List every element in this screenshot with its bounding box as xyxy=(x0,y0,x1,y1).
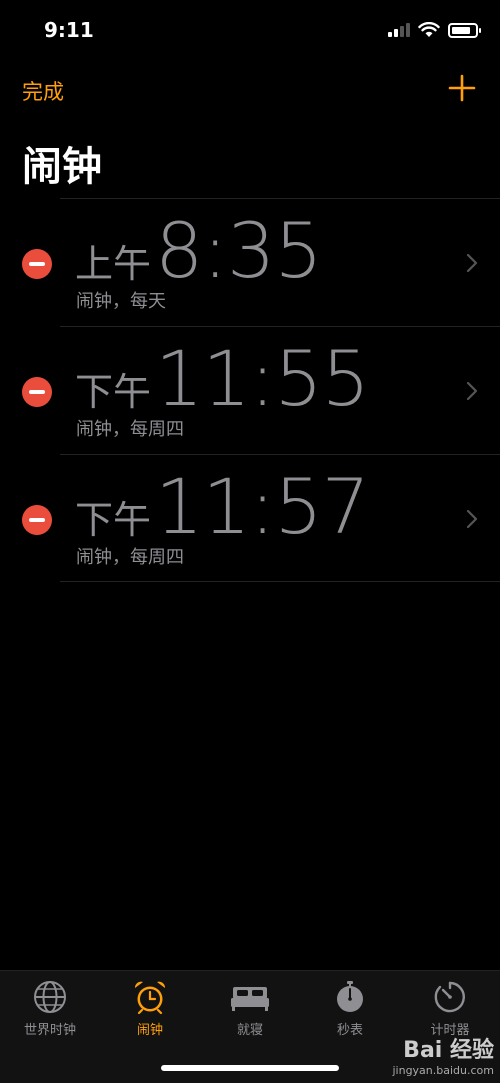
alarm-period: 下午 xyxy=(75,498,152,542)
alarm-label: 闹钟，每周四 xyxy=(76,419,184,440)
status-icons xyxy=(388,22,481,38)
alarm-time-line: 下午 11:57 xyxy=(75,462,370,551)
done-button[interactable]: 完成 xyxy=(22,76,64,106)
alarm-row[interactable]: 上午 8:35 闹钟，每天 xyxy=(22,198,500,326)
tab-bedtime[interactable]: 就寝 xyxy=(200,979,300,1038)
cellular-signal-icon xyxy=(388,23,410,37)
delete-icon[interactable] xyxy=(22,505,52,535)
tab-label: 闹钟 xyxy=(136,1023,163,1038)
watermark: Bai 经验 jingyan.baidu.com xyxy=(392,1032,494,1077)
status-time: 9:11 xyxy=(44,18,94,42)
globe-icon xyxy=(34,981,66,1013)
chevron-right-icon xyxy=(466,381,478,401)
wifi-icon xyxy=(418,22,440,37)
tab-alarm[interactable]: 闹钟 xyxy=(100,979,200,1038)
alarm-label: 闹钟，每天 xyxy=(76,291,166,312)
watermark-logo: Bai 经验 xyxy=(403,1038,494,1063)
alarm-label: 闹钟，每周四 xyxy=(76,547,184,568)
delete-icon[interactable] xyxy=(22,377,52,407)
tab-timer[interactable]: 计时器 xyxy=(400,979,500,1038)
stopwatch-icon xyxy=(337,981,363,1012)
home-indicator xyxy=(161,1065,339,1071)
watermark-url: jingyan.baidu.com xyxy=(392,1064,494,1077)
tab-world-clock[interactable]: 世界时钟 xyxy=(0,979,100,1038)
bed-icon xyxy=(231,987,269,1011)
tab-label: 秒表 xyxy=(336,1023,363,1038)
tab-stopwatch[interactable]: 秒表 xyxy=(300,979,400,1038)
alarm-period: 上午 xyxy=(75,242,152,286)
tab-label: 就寝 xyxy=(236,1023,263,1038)
alarm-row[interactable]: 下午 11:57 闹钟，每周四 xyxy=(22,454,500,582)
status-bar: 9:11 xyxy=(0,0,500,60)
alarm-time: 8:35 xyxy=(155,206,323,295)
page-title: 闹钟 xyxy=(22,144,102,190)
alarm-list: 上午 8:35 闹钟，每天 下午 11:55 闹钟，每周四 下午 11:57 闹… xyxy=(0,198,500,582)
timer-icon xyxy=(434,981,465,1013)
chevron-right-icon xyxy=(466,509,478,529)
alarm-time-line: 上午 8:35 xyxy=(75,206,323,295)
tab-bar: 世界时钟 闹钟 就寝 秒表 计时器 Bai 经验 jingyan.baidu.c… xyxy=(0,970,500,1083)
alarm-clock-icon xyxy=(134,981,166,1015)
alarm-time: 11:57 xyxy=(155,462,370,551)
alarm-period: 下午 xyxy=(75,370,152,414)
delete-icon[interactable] xyxy=(22,249,52,279)
tab-label: 世界时钟 xyxy=(23,1023,76,1038)
chevron-right-icon xyxy=(466,253,478,273)
plus-icon[interactable] xyxy=(448,74,476,102)
alarm-time: 11:55 xyxy=(155,334,370,423)
battery-icon xyxy=(448,22,481,38)
alarm-row[interactable]: 下午 11:55 闹钟，每周四 xyxy=(22,326,500,454)
alarm-time-line: 下午 11:55 xyxy=(75,334,370,423)
